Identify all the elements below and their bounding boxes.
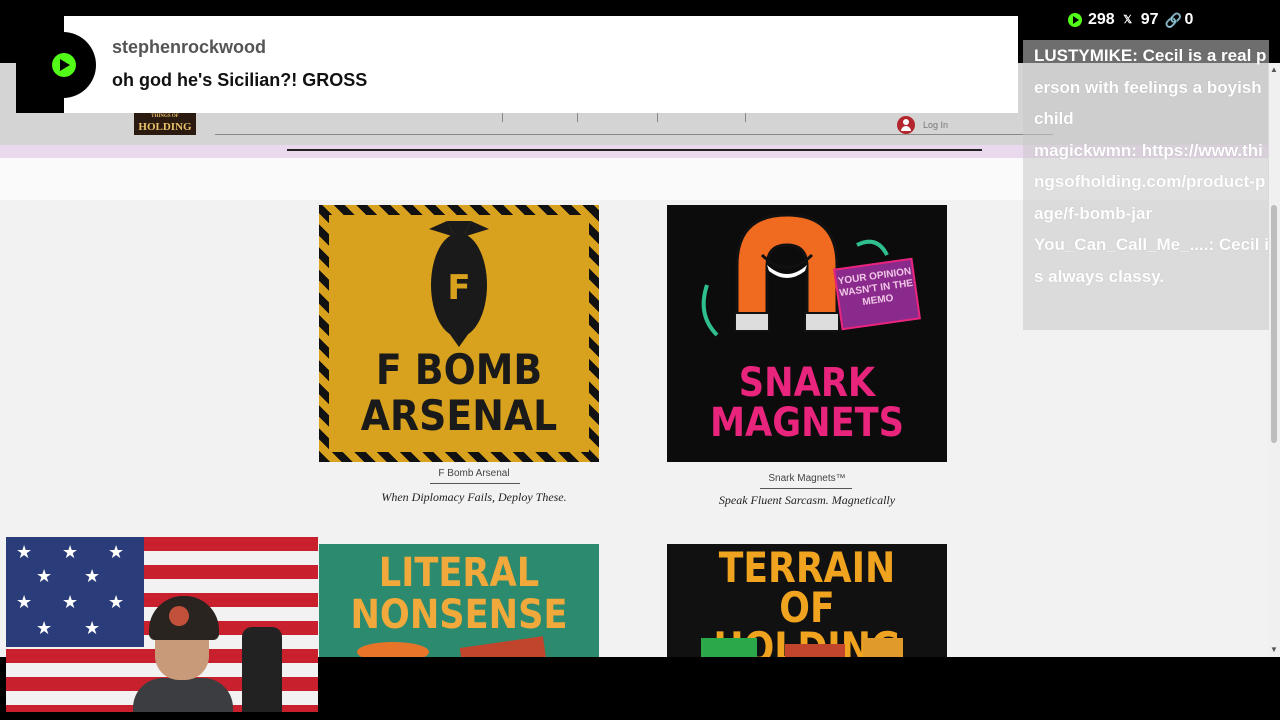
- image-title-line2: NONSENSE: [350, 592, 568, 638]
- chat-message: magickwmn: https://www.thingsofholding.c…: [1034, 140, 1266, 223]
- nav-divider: [577, 112, 578, 122]
- login-label: Log In: [923, 120, 949, 130]
- roof-shape: [785, 644, 845, 657]
- product-divider: [760, 488, 852, 489]
- x-viewer-count: 97: [1140, 11, 1159, 28]
- flag-star-icon: ★: [36, 566, 53, 586]
- product-image-title: LITERAL NONSENSE: [336, 552, 582, 636]
- product-name[interactable]: Snark Magnets™: [667, 473, 947, 484]
- product-tagline: Speak Fluent Sarcasm. Magnetically: [718, 493, 896, 507]
- login-button[interactable]: Log In: [897, 116, 948, 134]
- scrollbar-thumb[interactable]: [1271, 205, 1277, 443]
- streamer-face: [155, 636, 209, 680]
- streamer: [133, 592, 233, 712]
- scrollbar[interactable]: ▲ ▼: [1268, 63, 1280, 657]
- can-shape: [357, 642, 429, 657]
- flag-star-icon: ★: [16, 542, 33, 562]
- image-title-line1: SNARK: [738, 360, 876, 406]
- link-count: 0: [1184, 11, 1194, 28]
- section-divider: [287, 149, 982, 151]
- tower-shape: [701, 638, 757, 657]
- product-tagline: When Diplomacy Fails, Deploy These.: [381, 490, 567, 504]
- x-logo-icon: 𝕏: [1120, 13, 1135, 27]
- bomb-letter: F: [447, 268, 470, 308]
- box-shape: [459, 636, 547, 657]
- cap-skull-icon: [169, 606, 189, 626]
- flag-star-icon: ★: [62, 592, 79, 612]
- gaming-chair: [242, 627, 282, 712]
- logo-big-text: HOLDING: [138, 121, 192, 133]
- scroll-up-icon[interactable]: ▲: [1270, 65, 1278, 74]
- nav-underline: [215, 134, 1053, 135]
- alert-message: oh god he's Sicilian?! GROSS: [112, 70, 368, 90]
- image-title-line2: ARSENAL: [360, 391, 558, 440]
- flag-star-icon: ★: [84, 566, 101, 586]
- product-image-literal-nonsense[interactable]: LITERAL NONSENSE: [319, 544, 599, 657]
- chat-message: You_Can_Call_Me_....: Cecil is always cl…: [1034, 235, 1269, 286]
- nav-divider: [745, 112, 746, 122]
- flag-star-icon: ★: [108, 592, 125, 612]
- flag-star-icon: ★: [84, 618, 101, 638]
- flag-star-icon: ★: [108, 542, 125, 562]
- product-image-title: SNARK MAGNETS: [684, 363, 930, 443]
- chat-overlay: LUSTYMIKE: Cecil is a real person with f…: [1023, 40, 1269, 330]
- chat-message: LUSTYMIKE: Cecil is a real person with f…: [1034, 46, 1267, 128]
- image-title-line1: LITERAL: [378, 550, 540, 596]
- kick-viewers-icon: [1068, 13, 1082, 27]
- streamer-body: [133, 678, 233, 712]
- scroll-down-icon[interactable]: ▼: [1270, 645, 1278, 654]
- flag-star-icon: ★: [36, 618, 53, 638]
- image-title-line1: TERRAIN: [718, 544, 896, 592]
- kick-logo-icon: [52, 53, 76, 77]
- webcam-feed: ★ ★ ★ ★ ★ ★ ★ ★ ★ ★: [6, 537, 318, 712]
- stream-stats: 298 𝕏 97 🔗 0: [1068, 11, 1193, 29]
- product-image-f-bomb-arsenal[interactable]: F F BOMB ARSENAL: [319, 205, 599, 462]
- kick-viewer-count: 298: [1088, 11, 1115, 28]
- stream-frame: THINGS OF HOLDING Log In F F BOMB ARSENA…: [0, 0, 1280, 720]
- nav-divider: [657, 112, 658, 122]
- flag-star-icon: ★: [62, 542, 79, 562]
- user-icon: [897, 116, 915, 134]
- snark-sign: YOUR OPINION WASN'T IN THE MEMO: [833, 257, 921, 331]
- logo-small-text: THINGS OF: [151, 114, 179, 119]
- product-image-title: F BOMB ARSENAL: [342, 347, 576, 439]
- chat-alert: stephenrockwood oh god he's Sicilian?! G…: [16, 16, 1018, 113]
- product-divider: [430, 483, 520, 484]
- product-image-terrain-of-holding[interactable]: TERRAIN OF HOLDING: [667, 544, 947, 657]
- image-title-line1: F BOMB: [375, 345, 543, 394]
- nav-divider: [502, 112, 503, 122]
- flag-star-icon: ★: [16, 592, 33, 612]
- dice-shape: [863, 638, 903, 657]
- site-logo[interactable]: THINGS OF HOLDING: [134, 113, 196, 135]
- product-name[interactable]: F Bomb Arsenal: [319, 468, 629, 479]
- link-icon: 🔗: [1164, 12, 1182, 28]
- image-title-line2: MAGNETS: [709, 400, 905, 446]
- product-image-snark-magnets[interactable]: YOUR OPINION WASN'T IN THE MEMO SNARK MA…: [667, 205, 947, 462]
- alert-username: stephenrockwood: [112, 37, 267, 57]
